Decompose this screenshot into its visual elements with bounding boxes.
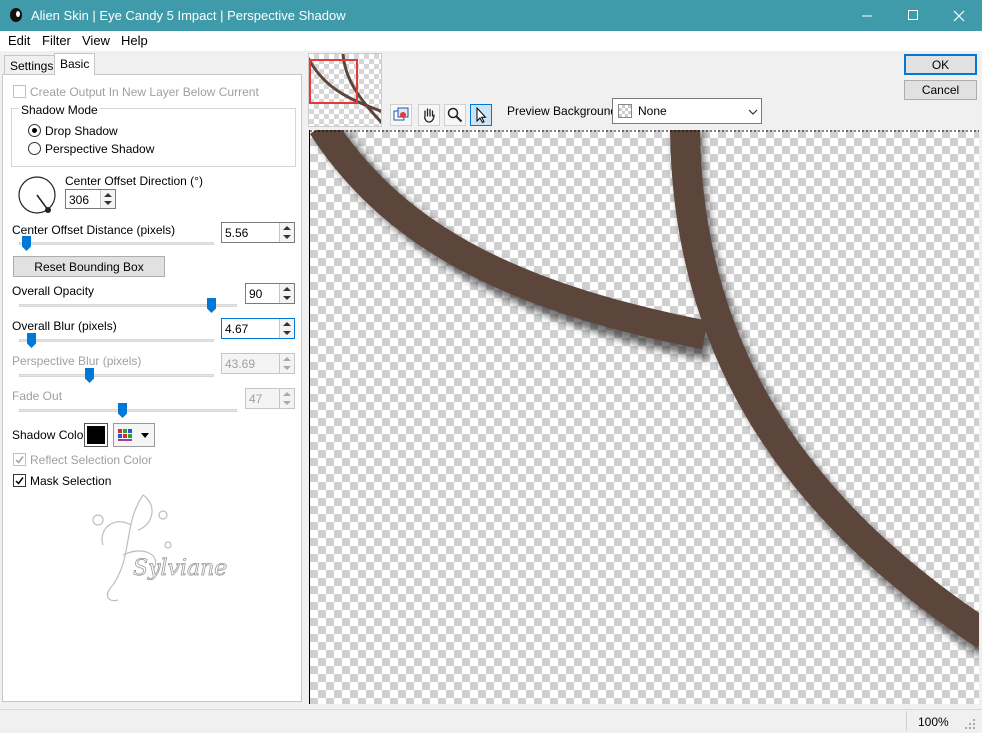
color-palette-icon bbox=[118, 429, 132, 441]
perspective-shadow-radio[interactable] bbox=[28, 142, 41, 155]
checkmark-icon bbox=[15, 456, 24, 464]
menu-bar: Edit Filter View Help bbox=[0, 31, 982, 51]
menu-filter[interactable]: Filter bbox=[42, 33, 71, 48]
hand-button[interactable] bbox=[418, 104, 440, 126]
perspective-shadow-label: Perspective Shadow bbox=[45, 142, 155, 156]
perspective-blur-slider bbox=[85, 368, 94, 383]
viewport-indicator[interactable] bbox=[309, 59, 358, 104]
zoom-button[interactable] bbox=[444, 104, 466, 126]
fade-out-slider bbox=[118, 403, 127, 418]
center-offset-direction-input[interactable]: 306 bbox=[65, 189, 116, 209]
center-offset-distance-track[interactable] bbox=[19, 242, 214, 245]
window-title: Alien Skin | Eye Candy 5 Impact | Perspe… bbox=[31, 8, 346, 23]
zoom-icon bbox=[447, 107, 463, 123]
pointer-icon bbox=[476, 107, 487, 123]
reflect-selection-color-label: Reflect Selection Color bbox=[30, 453, 153, 467]
tab-settings[interactable]: Settings bbox=[4, 55, 60, 75]
pointer-button[interactable] bbox=[470, 104, 492, 126]
overall-blur-slider[interactable] bbox=[27, 333, 36, 348]
minimize-button[interactable] bbox=[844, 0, 890, 31]
navigate-icon bbox=[393, 107, 409, 121]
preview-background-label: Preview Background: bbox=[507, 104, 621, 118]
center-offset-distance-label: Center Offset Distance (pixels) bbox=[12, 223, 176, 237]
color-picker-dropdown[interactable] bbox=[113, 423, 155, 447]
overall-blur-label: Overall Blur (pixels) bbox=[12, 319, 117, 333]
title-bar: Alien Skin | Eye Candy 5 Impact | Perspe… bbox=[0, 0, 982, 31]
tab-basic[interactable]: Basic bbox=[54, 53, 96, 75]
fade-out-track bbox=[19, 409, 237, 412]
status-bar: 100% bbox=[0, 709, 982, 733]
navigate-button[interactable] bbox=[390, 104, 412, 126]
minimize-icon bbox=[861, 15, 872, 17]
cancel-button[interactable]: Cancel bbox=[904, 80, 977, 100]
reflect-selection-color-checkbox bbox=[13, 453, 26, 466]
sylviane-watermark: Sylviane bbox=[92, 494, 228, 602]
hand-icon bbox=[424, 108, 435, 123]
menu-edit[interactable]: Edit bbox=[8, 33, 30, 48]
alien-skin-logo-icon bbox=[10, 8, 22, 22]
status-divider bbox=[906, 711, 907, 731]
perspective-blur-label: Perspective Blur (pixels) bbox=[12, 354, 142, 368]
center-offset-distance-input[interactable]: 5.56 bbox=[221, 222, 295, 243]
chevron-down-icon bbox=[748, 109, 758, 115]
zoom-level: 100% bbox=[918, 715, 949, 729]
reset-bounding-box-button[interactable]: Reset Bounding Box bbox=[13, 256, 165, 277]
preview-background-dropdown[interactable]: None bbox=[612, 98, 762, 124]
mask-selection-checkbox[interactable] bbox=[13, 474, 26, 487]
preview-canvas[interactable] bbox=[309, 130, 979, 704]
basic-settings-panel: Create Output In New Layer Below Current… bbox=[2, 74, 302, 702]
direction-dial[interactable] bbox=[17, 175, 59, 217]
background-swatch-icon bbox=[618, 104, 632, 118]
overall-opacity-label: Overall Opacity bbox=[12, 284, 95, 298]
fade-out-label: Fade Out bbox=[12, 389, 63, 403]
preview-background-value: None bbox=[638, 104, 667, 118]
resize-grip-icon[interactable] bbox=[964, 718, 976, 730]
chevron-down-icon bbox=[141, 433, 149, 438]
navigator-thumbnail[interactable] bbox=[308, 53, 382, 127]
svg-text:Sylviane: Sylviane bbox=[133, 556, 227, 581]
drop-shadow-radio[interactable] bbox=[28, 124, 41, 137]
create-output-label: Create Output In New Layer Below Current bbox=[30, 85, 259, 99]
drop-shadow-label: Drop Shadow bbox=[45, 124, 118, 138]
menu-help[interactable]: Help bbox=[121, 33, 148, 48]
perspective-blur-track bbox=[19, 374, 214, 377]
overall-blur-input[interactable]: 4.67 bbox=[221, 318, 295, 339]
close-button[interactable] bbox=[936, 0, 982, 31]
shadow-color-swatch[interactable] bbox=[84, 423, 108, 447]
overall-opacity-track[interactable] bbox=[19, 304, 237, 307]
overall-opacity-slider[interactable] bbox=[207, 298, 216, 313]
perspective-blur-input: 43.69 bbox=[221, 353, 295, 374]
center-offset-direction-label: Center Offset Direction (°) bbox=[65, 174, 203, 188]
shadow-mode-title: Shadow Mode bbox=[19, 103, 100, 117]
center-offset-distance-slider[interactable] bbox=[22, 236, 31, 251]
close-icon bbox=[953, 10, 965, 21]
checkmark-icon bbox=[15, 477, 24, 485]
create-output-checkbox[interactable] bbox=[13, 85, 26, 98]
overall-blur-track[interactable] bbox=[19, 339, 214, 342]
menu-view[interactable]: View bbox=[82, 33, 110, 48]
shadow-color-label: Shadow Color bbox=[12, 428, 88, 442]
maximize-icon bbox=[907, 10, 918, 20]
overall-opacity-input[interactable]: 90 bbox=[245, 283, 295, 304]
preview-image bbox=[310, 130, 979, 656]
maximize-button[interactable] bbox=[890, 0, 936, 31]
fade-out-input: 47 bbox=[245, 388, 295, 409]
ok-button[interactable]: OK bbox=[904, 54, 977, 75]
